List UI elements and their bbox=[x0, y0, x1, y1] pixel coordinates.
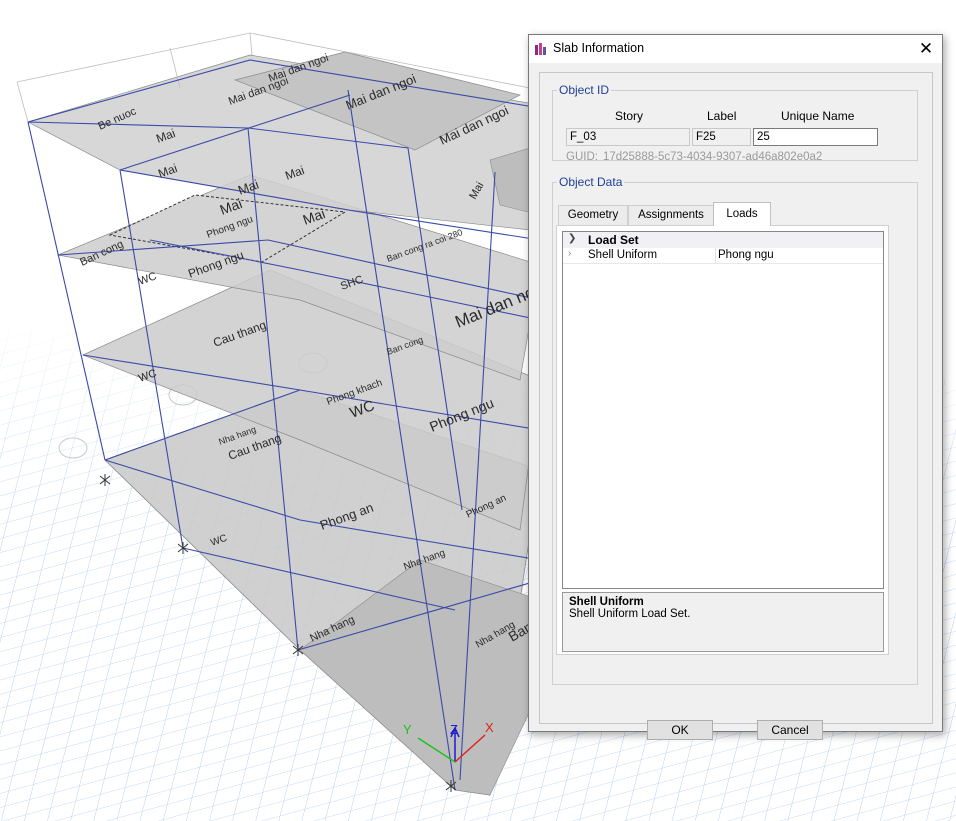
tab-assignments[interactable]: Assignments bbox=[628, 205, 714, 225]
chevron-down-icon[interactable]: ❯ bbox=[568, 233, 576, 244]
object-id-group: Object ID Story Label Unique Name F_03 F… bbox=[552, 83, 918, 163]
tab-geometry[interactable]: Geometry bbox=[558, 205, 628, 225]
tab-loads[interactable]: Loads bbox=[713, 202, 771, 226]
guid-row: GUID: 17d25888-5c73-4034-9307-ad46a802e0a… bbox=[566, 151, 827, 163]
close-button[interactable]: ✕ bbox=[910, 35, 942, 63]
object-id-legend: Object ID bbox=[559, 83, 610, 97]
property-name: Shell Uniform bbox=[588, 249, 658, 261]
room-label: WC bbox=[137, 270, 158, 288]
close-icon: ✕ bbox=[918, 39, 934, 58]
object-data-legend: Object Data bbox=[559, 175, 623, 189]
axis-label-x: X bbox=[485, 720, 494, 735]
label-column-header: Label bbox=[707, 109, 737, 123]
unique-name-field[interactable]: 25 bbox=[753, 128, 878, 146]
cancel-button[interactable]: Cancel bbox=[757, 720, 823, 740]
property-help-box: Shell Uniform Shell Uniform Load Set. bbox=[562, 592, 884, 652]
ok-button[interactable]: OK bbox=[647, 720, 713, 740]
dialog-titlebar[interactable]: Slab Information ✕ bbox=[529, 35, 942, 63]
loads-tab-panel: ❯ Load Set › Shell Uniform Phong ngu She… bbox=[556, 225, 889, 655]
axis-label-z: Z bbox=[450, 722, 458, 737]
label-field: F25 bbox=[692, 128, 751, 146]
slab-information-dialog: Slab Information ✕ Object ID Story Label… bbox=[528, 34, 943, 740]
property-value[interactable]: Phong ngu bbox=[718, 249, 774, 261]
help-title: Shell Uniform bbox=[569, 596, 644, 608]
unique-name-column-header: Unique Name bbox=[781, 109, 855, 123]
category-row-load-set[interactable]: ❯ Load Set bbox=[563, 232, 883, 248]
app-icon bbox=[535, 43, 546, 55]
category-label: Load Set bbox=[588, 233, 639, 247]
story-column-header: Story bbox=[615, 109, 644, 123]
guid-label: GUID: bbox=[566, 151, 598, 163]
story-field: F_03 bbox=[566, 128, 690, 146]
grid-row-shell-uniform[interactable]: › Shell Uniform Phong ngu bbox=[563, 248, 883, 264]
dialog-body: Object ID Story Label Unique Name F_03 F… bbox=[539, 72, 933, 740]
help-description: Shell Uniform Load Set. bbox=[569, 608, 691, 620]
axis-label-y: Y bbox=[403, 722, 412, 737]
column-divider bbox=[715, 248, 716, 263]
chevron-right-icon[interactable]: › bbox=[568, 248, 571, 259]
guid-value: 17d25888-5c73-4034-9307-ad46a802e0a2 bbox=[602, 151, 823, 163]
property-grid[interactable]: ❯ Load Set › Shell Uniform Phong ngu bbox=[562, 231, 884, 589]
object-data-group: Object Data Geometry Assignments Loads ❯… bbox=[552, 175, 918, 685]
dialog-title: Slab Information bbox=[553, 41, 645, 55]
